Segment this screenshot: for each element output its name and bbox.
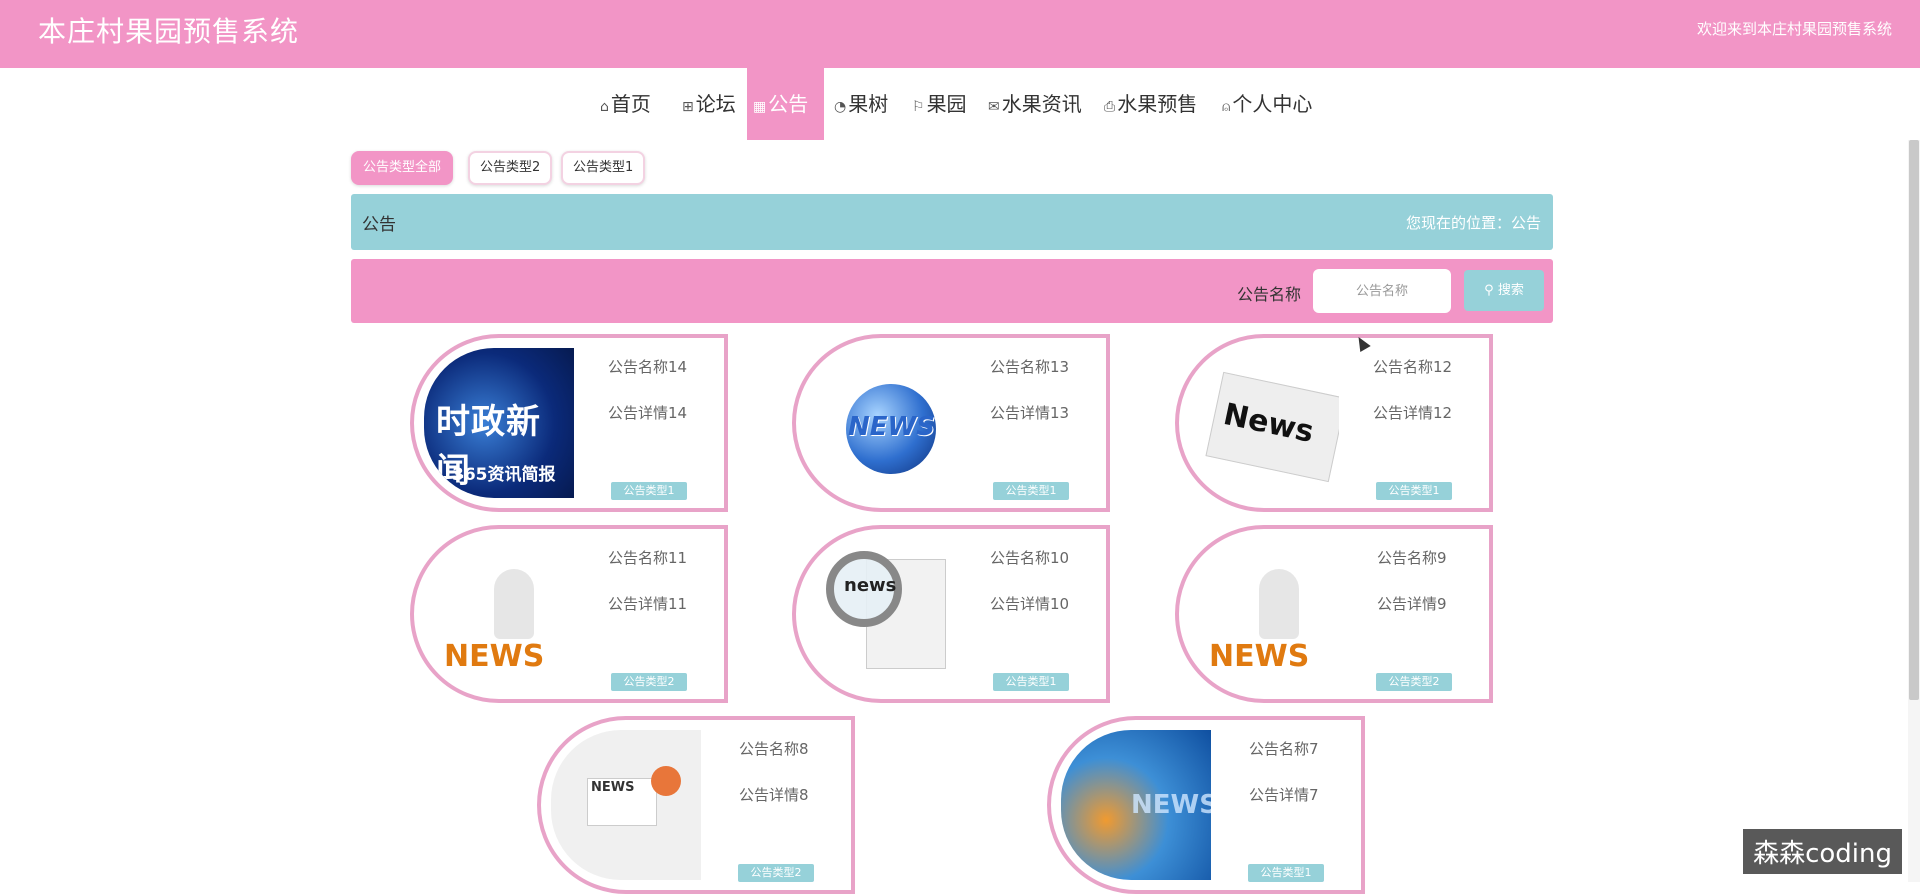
site-title: 本庄村果园预售系统 — [38, 10, 299, 50]
search-bar: 公告名称 ⚲ 搜索 — [351, 259, 1553, 323]
notice-card[interactable]: NEWS 公告名称9 公告详情9 公告类型2 — [1175, 525, 1493, 703]
nav-item-label: 个人中心 — [1232, 92, 1312, 116]
notice-thumbnail: NEWS — [1061, 730, 1211, 880]
notice-type-badge: 公告类型2 — [738, 864, 814, 882]
thumbnail-text: NEWS — [591, 780, 634, 795]
notice-type-badge: 公告类型2 — [1376, 673, 1452, 691]
notice-card[interactable]: news 公告名称10 公告详情10 公告类型1 — [792, 525, 1110, 703]
thumbnail-subtext: 365资讯简报 — [452, 460, 556, 485]
notice-type-badge: 公告类型1 — [1248, 864, 1324, 882]
page-title-bar: 公告 您现在的位置：公告 — [351, 194, 1553, 250]
notice-card[interactable]: NEWS 公告名称8 公告详情8 公告类型2 — [537, 716, 855, 894]
notice-detail: 公告详情13 — [990, 402, 1069, 423]
tree-icon: ◔ — [834, 99, 846, 115]
flag-icon: ⚐ — [912, 99, 925, 115]
nav-item-label: 水果资讯 — [1002, 92, 1082, 116]
search-input[interactable] — [1313, 269, 1451, 313]
notice-card[interactable]: 时政新闻 365资讯简报 公告名称14 公告详情14 公告类型1 — [410, 334, 728, 512]
filter-all[interactable]: 公告类型全部 — [351, 151, 453, 185]
filter-type1[interactable]: 公告类型1 — [561, 151, 645, 185]
top-header: 本庄村果园预售系统 欢迎来到本庄村果园预售系统 — [0, 0, 1920, 68]
notice-detail: 公告详情10 — [990, 593, 1069, 614]
notice-card[interactable]: News 公告名称12 公告详情12 公告类型1 — [1175, 334, 1493, 512]
notice-card[interactable]: NEWS 公告名称13 公告详情13 公告类型1 — [792, 334, 1110, 512]
notice-card[interactable]: NEWS 公告名称11 公告详情11 公告类型2 — [410, 525, 728, 703]
notice-name: 公告名称13 — [990, 356, 1069, 377]
thumbnail-text: NEWS — [444, 639, 544, 674]
notice-thumbnail: NEWS — [806, 348, 956, 498]
notice-type-badge: 公告类型1 — [993, 673, 1069, 691]
notice-detail: 公告详情7 — [1249, 784, 1319, 805]
nav-item-label: 公告 — [768, 92, 808, 116]
notice-thumbnail: NEWS — [424, 539, 574, 689]
notice-type-badge: 公告类型1 — [611, 482, 687, 500]
scrollbar-thumb[interactable] — [1909, 140, 1919, 700]
thumbnail-text: news — [844, 575, 896, 596]
notice-detail: 公告详情12 — [1373, 402, 1452, 423]
nav-item-label: 论坛 — [696, 92, 736, 116]
notice-name: 公告名称7 — [1249, 738, 1319, 759]
notice-type-badge: 公告类型1 — [1376, 482, 1452, 500]
thumbnail-text: NEWS — [848, 412, 935, 442]
page-scrollbar[interactable] — [1908, 140, 1920, 882]
thumbnail-text: NEWS — [1209, 639, 1309, 674]
notice-detail: 公告详情8 — [739, 784, 809, 805]
notice-name: 公告名称11 — [608, 547, 687, 568]
figure-icon — [494, 569, 534, 639]
forum-icon: ⊞ — [682, 99, 694, 115]
watermark: 森森coding — [1743, 829, 1902, 874]
printer-icon: ⎙ — [1104, 99, 1115, 115]
nav-item-notice[interactable]: ▦公告 — [747, 68, 824, 140]
notice-name: 公告名称12 — [1373, 356, 1452, 377]
notice-type-badge: 公告类型2 — [611, 673, 687, 691]
notice-thumbnail: News — [1189, 348, 1339, 498]
nav-item-label: 首页 — [611, 92, 651, 116]
figure-icon — [1259, 569, 1299, 639]
user-icon: ⍝ — [1222, 99, 1230, 115]
mail-icon: ✉ — [988, 99, 1000, 115]
notice-thumbnail: NEWS — [551, 730, 701, 880]
notice-detail: 公告详情9 — [1377, 593, 1447, 614]
search-icon: ⚲ — [1484, 283, 1498, 298]
notice-name: 公告名称8 — [739, 738, 809, 759]
search-button-label: 搜索 — [1498, 283, 1524, 298]
notice-name: 公告名称14 — [608, 356, 687, 377]
notice-name: 公告名称9 — [1377, 547, 1447, 568]
nav-item-orchard[interactable]: ⚐果园 — [906, 68, 973, 140]
nav-item-forum[interactable]: ⊞论坛 — [676, 68, 742, 140]
notice-type-badge: 公告类型1 — [993, 482, 1069, 500]
nav-item-fruit-presale[interactable]: ⎙水果预售 — [1098, 68, 1203, 140]
notice-icon: ▦ — [753, 99, 766, 115]
notice-name: 公告名称10 — [990, 547, 1069, 568]
search-label: 公告名称 — [1237, 281, 1301, 305]
welcome-text: 欢迎来到本庄村果园预售系统 — [1697, 18, 1892, 39]
notice-detail: 公告详情11 — [608, 593, 687, 614]
home-icon: ⌂ — [600, 99, 609, 115]
nav-item-home[interactable]: ⌂首页 — [594, 68, 657, 140]
notice-thumbnail: NEWS — [1189, 539, 1339, 689]
nav-item-fruit-news[interactable]: ✉水果资讯 — [982, 68, 1088, 140]
nav-item-user-center[interactable]: ⍝个人中心 — [1216, 68, 1318, 140]
filter-type2[interactable]: 公告类型2 — [468, 151, 552, 185]
notice-detail: 公告详情14 — [608, 402, 687, 423]
page-title: 公告 — [362, 210, 396, 235]
nav-item-tree[interactable]: ◔果树 — [828, 68, 894, 140]
notice-card[interactable]: NEWS 公告名称7 公告详情7 公告类型1 — [1047, 716, 1365, 894]
notice-thumbnail: news — [806, 539, 956, 689]
search-button[interactable]: ⚲ 搜索 — [1464, 270, 1544, 311]
thumbnail-text: NEWS — [1131, 790, 1211, 820]
breadcrumb: 您现在的位置：公告 — [1406, 212, 1541, 233]
coffee-icon — [651, 766, 681, 796]
nav-item-label: 果树 — [848, 92, 888, 116]
notice-thumbnail: 时政新闻 365资讯简报 — [424, 348, 574, 498]
main-nav: ⌂首页 ⊞论坛 ▦公告 ◔果树 ⚐果园 ✉水果资讯 ⎙水果预售 ⍝个人中心 — [0, 68, 1920, 140]
nav-item-label: 果园 — [927, 92, 967, 116]
nav-item-label: 水果预售 — [1117, 92, 1197, 116]
